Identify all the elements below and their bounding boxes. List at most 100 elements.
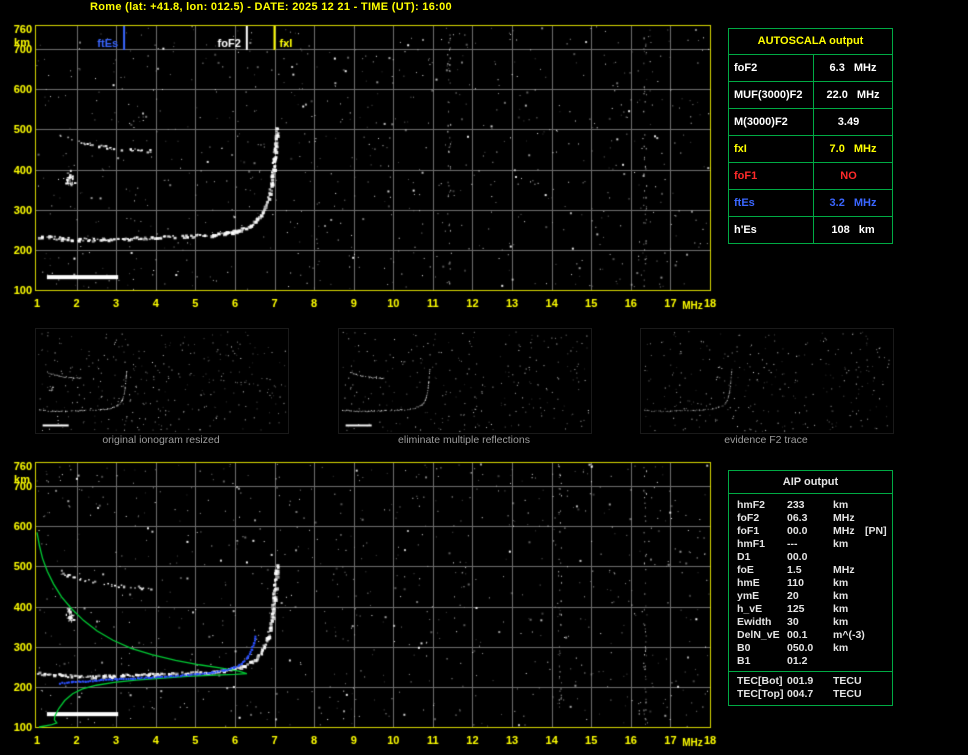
parameter-label: M(3000)F2	[729, 109, 814, 135]
parameter-unit: MHz	[833, 512, 855, 524]
parameter-unit: km	[833, 642, 849, 654]
parameter-unit: TECU	[833, 675, 862, 687]
table-row: MUF(3000)F2 22.0 MHz	[729, 82, 892, 109]
value-number: NO	[840, 170, 857, 182]
parameter-note	[865, 538, 892, 551]
parameter-value: 110	[787, 577, 804, 589]
table-row: ymE 20 km	[729, 590, 892, 603]
parameter-label: hmF1	[737, 538, 766, 550]
parameter-value: NO	[814, 163, 892, 189]
parameter-value: 3.49	[814, 109, 892, 135]
parameter-label: DelN_vE	[737, 629, 780, 641]
parameter-unit: km	[833, 616, 849, 628]
parameter-unit	[833, 551, 865, 564]
parameter-unit	[833, 655, 865, 668]
parameter-value: 7.0 MHz	[814, 136, 892, 162]
parameter-value: 6.3 MHz	[814, 55, 892, 81]
value-unit: MHz	[853, 197, 877, 209]
parameter-value: 108 km	[814, 217, 892, 243]
parameter-note	[865, 564, 892, 577]
tec-separator-line	[729, 671, 892, 672]
parameter-label: foE	[737, 564, 754, 576]
table-row: M(3000)F2 3.49	[729, 109, 892, 136]
parameter-note	[865, 551, 892, 564]
value-number: 7.0	[829, 143, 845, 155]
parameter-unit: MHz	[833, 525, 855, 537]
parameter-unit: km	[833, 499, 849, 511]
processing-thumbnail-f2-trace	[640, 328, 894, 434]
table-row: foF1 NO	[729, 163, 892, 190]
table-row: h_vE 125 km	[729, 603, 892, 616]
parameter-label: foF2	[729, 55, 814, 81]
parameter-label: h_vE	[737, 603, 763, 615]
table-row: foF2 6.3 MHz	[729, 55, 892, 82]
table-row: fxI 7.0 MHz	[729, 136, 892, 163]
parameter-value: 22.0 MHz	[814, 82, 892, 108]
parameter-label: ftEs	[729, 190, 814, 216]
table-row: foF1 00.0 MHz [PN]	[729, 525, 892, 538]
parameter-unit: km	[833, 577, 849, 589]
parameter-label: MUF(3000)F2	[729, 82, 814, 108]
aip-table-header: AIP output	[729, 471, 892, 494]
table-row: hmE 110 km	[729, 577, 892, 590]
value-number: 22.0	[826, 89, 848, 101]
parameter-unit: km	[833, 590, 849, 602]
parameter-note	[865, 512, 892, 525]
table-row: ftEs 3.2 MHz	[729, 190, 892, 217]
table-row: TEC[Bot] 001.9 TECU	[729, 675, 892, 688]
station-title: Rome (lat: +41.8, lon: 012.5) - DATE: 20…	[90, 1, 452, 13]
parameter-value: 00.0	[787, 551, 808, 563]
parameter-value: 00.1	[787, 629, 808, 641]
parameter-value: 00.0	[787, 525, 808, 537]
parameter-label: TEC[Top]	[737, 688, 784, 700]
parameter-label: B0	[737, 642, 751, 654]
parameter-note	[865, 629, 892, 642]
parameter-value: 01.2	[787, 655, 808, 667]
table-row: B0 050.0 km	[729, 642, 892, 655]
table-row: Ewidth 30 km	[729, 616, 892, 629]
value-unit: MHz	[856, 89, 880, 101]
parameter-unit: TECU	[833, 688, 862, 700]
parameter-unit: MHz	[833, 564, 855, 576]
parameter-note	[865, 590, 892, 603]
parameter-value: 050.0	[787, 642, 814, 654]
autoscala-table-header: AUTOSCALA output	[729, 29, 892, 55]
parameter-label: B1	[737, 655, 751, 667]
aip-output-table: AIP output hmF2 233 km foF2 06.3 MHz foF…	[728, 470, 893, 706]
table-row: hmF1 --- km	[729, 538, 892, 551]
autoscala-screen: Rome (lat: +41.8, lon: 012.5) - DATE: 20…	[0, 0, 968, 755]
parameter-label: foF2	[737, 512, 760, 524]
parameter-value: 001.9	[787, 675, 814, 687]
parameter-label: D1	[737, 551, 751, 563]
value-number: 108	[831, 224, 850, 236]
table-row: B1 01.2	[729, 655, 892, 668]
parameter-label: h'Es	[729, 217, 814, 243]
parameter-note	[865, 603, 892, 616]
parameter-value: ---	[787, 538, 798, 550]
value-unit: km	[858, 224, 875, 236]
value-number: 6.3	[829, 62, 845, 74]
parameter-label: Ewidth	[737, 616, 772, 628]
parameter-note	[865, 655, 892, 668]
table-row: TEC[Top] 004.7 TECU	[729, 688, 892, 701]
profile-ionogram-chart	[0, 451, 730, 751]
table-row: h'Es 108 km	[729, 217, 892, 243]
table-row: foE 1.5 MHz	[729, 564, 892, 577]
autoscala-output-table: AUTOSCALA output foF2 6.3 MHz MUF(3000)F2…	[728, 28, 893, 244]
parameter-note	[865, 577, 892, 590]
parameter-value: 20	[787, 590, 799, 602]
parameter-label: ymE	[737, 590, 760, 602]
parameter-value: 233	[787, 499, 805, 511]
parameter-note	[865, 642, 892, 655]
parameter-label: hmF2	[737, 499, 766, 511]
parameter-value: 30	[787, 616, 799, 628]
parameter-value: 004.7	[787, 688, 814, 700]
parameter-label: foF1	[737, 525, 760, 537]
value-number: 3.2	[829, 197, 845, 209]
parameter-label: hmE	[737, 577, 760, 589]
parameter-unit: km	[833, 603, 849, 615]
parameter-note	[865, 499, 892, 512]
thumbnail-caption: original ionogram resized	[102, 434, 220, 446]
parameter-value: 125	[787, 603, 805, 615]
value-number: 3.49	[837, 116, 860, 128]
